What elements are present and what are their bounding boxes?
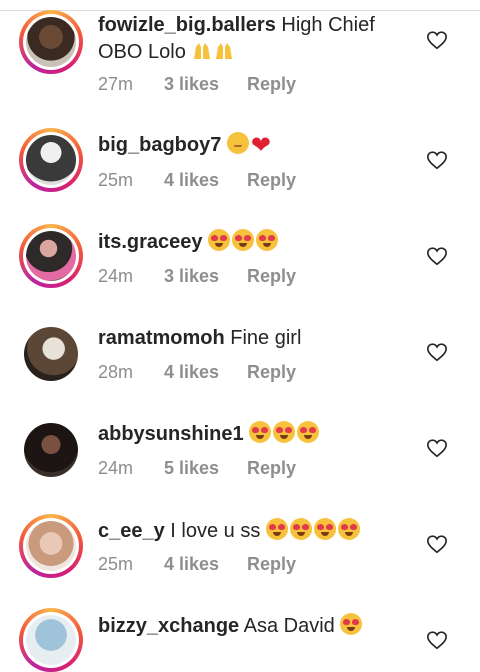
avatar[interactable] <box>19 224 83 288</box>
comment-text: fowizle_big.ballers High Chief OBO Lolo <box>98 14 375 63</box>
username-link[interactable]: bizzy_xchange <box>98 615 239 637</box>
sleepy-face-emoji <box>226 132 249 154</box>
reply-button[interactable]: Reply <box>247 458 296 479</box>
likes-count[interactable]: 3 likes <box>164 266 219 287</box>
reply-button[interactable]: Reply <box>247 74 296 95</box>
username-link[interactable]: ramatmomoh <box>98 327 225 349</box>
comment-time: 27m <box>98 74 134 94</box>
username-link[interactable]: fowizle_big.ballers <box>98 14 276 36</box>
likes-count[interactable]: 3 likes <box>164 74 219 95</box>
heart-eyes-emoji <box>273 421 296 443</box>
top-divider <box>0 0 480 11</box>
heart-outline-icon[interactable] <box>426 437 448 459</box>
reply-button[interactable]: Reply <box>247 170 296 191</box>
raising-hands-emoji <box>216 43 233 59</box>
username-link[interactable]: c_ee_y <box>98 520 165 542</box>
heart-outline-icon[interactable] <box>426 149 448 171</box>
username-link[interactable]: its.graceey <box>98 231 203 253</box>
heart-eyes-emoji <box>297 421 320 443</box>
heart-outline-icon[interactable] <box>426 629 448 651</box>
comment-time: 24m <box>98 266 134 286</box>
heart-eyes-emoji <box>232 229 255 251</box>
heart-eyes-emoji <box>289 518 312 540</box>
username-link[interactable]: abbysunshine1 <box>98 423 244 445</box>
comment-text: c_ee_y I love u ss <box>98 518 398 545</box>
heart-outline-icon[interactable] <box>426 533 448 555</box>
heart-eyes-emoji <box>337 518 360 540</box>
heart-eyes-emoji <box>265 518 288 540</box>
avatar[interactable] <box>19 128 83 192</box>
reply-button[interactable]: Reply <box>247 266 296 287</box>
heart-outline-icon[interactable] <box>426 245 448 267</box>
comment-time: 25m <box>98 170 134 190</box>
avatar[interactable] <box>19 322 83 386</box>
heart-eyes-emoji <box>313 518 336 540</box>
avatar[interactable] <box>19 608 83 672</box>
reply-button[interactable]: Reply <box>247 554 296 575</box>
comment-text: abbysunshine1 <box>98 421 398 448</box>
username-link[interactable]: big_bagboy7 <box>98 134 221 156</box>
raising-hands-emoji <box>194 43 211 59</box>
likes-count[interactable]: 4 likes <box>164 554 219 575</box>
comment-text: ramatmomoh Fine girl <box>98 327 302 349</box>
heart-eyes-emoji <box>208 229 231 251</box>
heart-eyes-emoji <box>340 613 363 635</box>
avatar[interactable] <box>19 514 83 578</box>
heart-outline-icon[interactable] <box>426 29 448 51</box>
red-heart-emoji: ❤ <box>250 132 272 159</box>
comment-time: 25m <box>98 554 134 574</box>
reply-button[interactable]: Reply <box>247 362 296 383</box>
comment-text: big_bagboy7 ❤ <box>98 132 398 159</box>
comment-text: its.graceey <box>98 229 398 256</box>
comment-time: 28m <box>98 362 134 382</box>
heart-outline-icon[interactable] <box>426 341 448 363</box>
heart-eyes-emoji <box>256 229 279 251</box>
comment-time: 24m <box>98 458 134 478</box>
likes-count[interactable]: 5 likes <box>164 458 219 479</box>
avatar[interactable] <box>19 418 83 482</box>
avatar[interactable] <box>19 10 83 74</box>
comment-text: bizzy_xchange Asa David <box>98 613 398 640</box>
likes-count[interactable]: 4 likes <box>164 362 219 383</box>
likes-count[interactable]: 4 likes <box>164 170 219 191</box>
heart-eyes-emoji <box>249 421 272 443</box>
